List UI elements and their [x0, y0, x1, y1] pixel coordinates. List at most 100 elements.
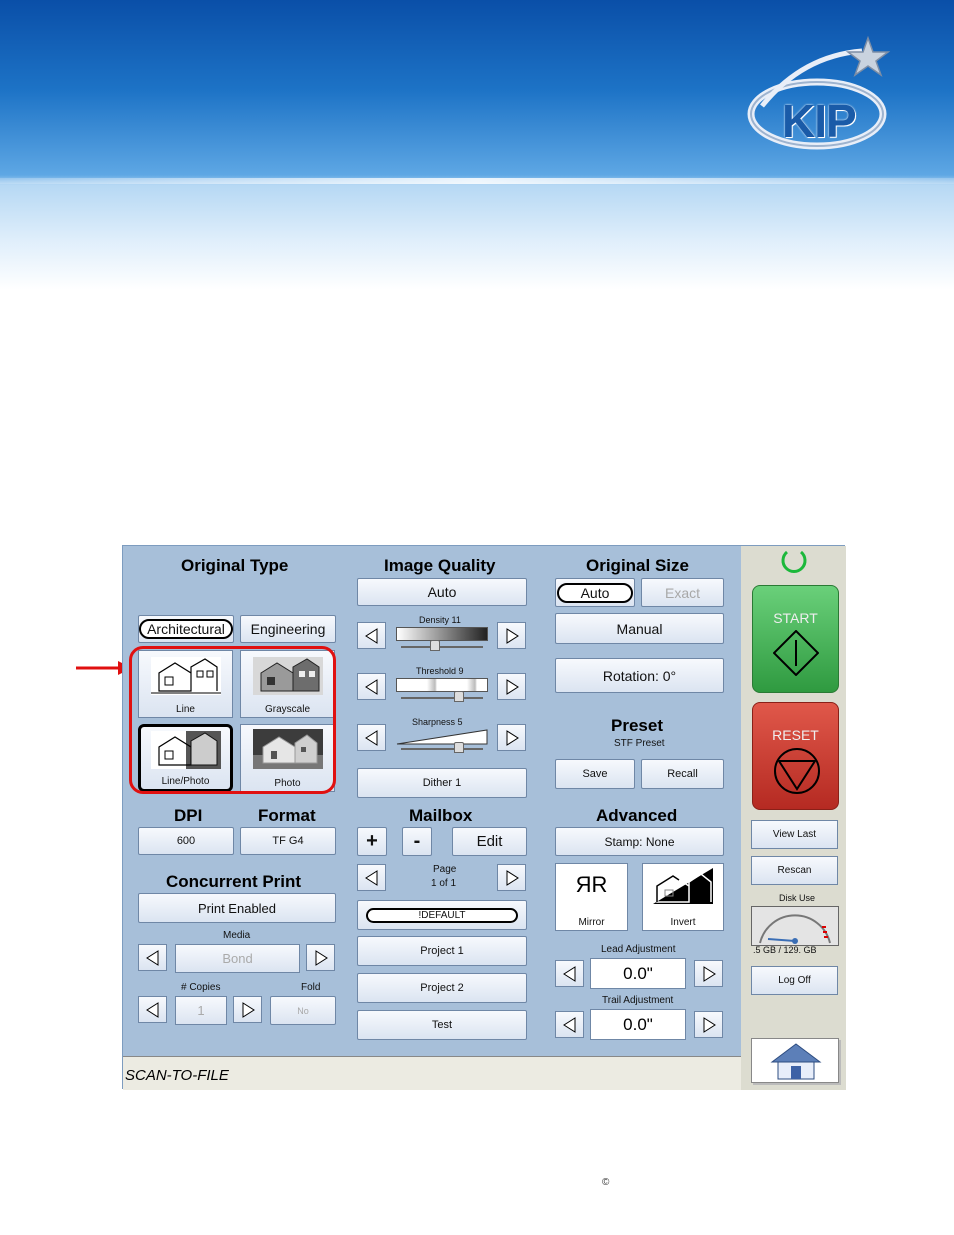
right-sidebar: START RESET View Last Rescan Disk Use .5…	[741, 546, 846, 1090]
mailbox-edit-button[interactable]: Edit	[452, 827, 527, 856]
mailbox-page-next-button[interactable]	[497, 864, 526, 891]
stamp-button[interactable]: Stamp: None	[555, 827, 724, 856]
threshold-track	[401, 697, 483, 699]
triangle-left-icon	[364, 869, 377, 886]
disk-use-value: .5 GB / 129. GB	[753, 945, 817, 955]
triangle-left-icon	[364, 627, 377, 644]
log-off-button[interactable]: Log Off	[751, 966, 838, 995]
busy-spinner-icon	[781, 550, 807, 573]
sharpness-ramp-icon[interactable]	[396, 729, 488, 745]
start-diamond-icon	[773, 630, 819, 676]
home-button[interactable]	[751, 1038, 839, 1083]
invert-button[interactable]: Invert	[642, 863, 724, 931]
architectural-button[interactable]: Architectural	[138, 615, 234, 643]
threshold-next-button[interactable]	[497, 673, 526, 700]
mailbox-title: Mailbox	[409, 806, 473, 825]
size-manual-button[interactable]: Manual	[555, 613, 724, 644]
format-button[interactable]: TF G4	[240, 827, 336, 855]
mailbox-page-value: 1 of 1	[431, 878, 457, 889]
concurrent-print-title: Concurrent Print	[166, 872, 302, 891]
main-panel: Original Type Architectural Engineering …	[123, 546, 741, 1056]
density-slider[interactable]	[396, 627, 488, 641]
rotation-button[interactable]: Rotation: 0°	[555, 658, 724, 693]
media-next-button[interactable]	[306, 944, 335, 971]
copies-label: # Copies	[181, 982, 221, 993]
mailbox-item-default-label: !DEFAULT	[366, 907, 518, 923]
threshold-prev-button[interactable]	[357, 673, 386, 700]
mailbox-item-project1[interactable]: Project 1	[357, 936, 527, 966]
copies-value[interactable]: 1	[175, 996, 227, 1025]
header-banner: KIP	[0, 0, 954, 290]
copies-minus-button[interactable]	[138, 996, 167, 1023]
gauge-icon	[759, 914, 831, 944]
mailbox-add-button[interactable]: +	[357, 827, 387, 856]
lead-prev-button[interactable]	[555, 960, 584, 987]
trail-adjustment-label: Trail Adjustment	[602, 995, 674, 1006]
invert-house-icon	[653, 868, 713, 904]
mirror-button[interactable]: ЯR Mirror	[555, 863, 628, 931]
preset-save-button[interactable]: Save	[555, 759, 635, 789]
density-knob[interactable]	[430, 640, 440, 651]
dither-button[interactable]: Dither 1	[357, 768, 527, 798]
copyright-symbol: ©	[602, 1177, 610, 1188]
quality-auto-button[interactable]: Auto	[357, 578, 527, 606]
sharpness-next-button[interactable]	[497, 724, 526, 751]
triangle-left-icon	[364, 729, 377, 746]
lead-next-button[interactable]	[694, 960, 723, 987]
triangle-right-icon	[506, 729, 519, 746]
lead-adjustment-input[interactable]: 0.0"	[590, 958, 686, 989]
print-enabled-button[interactable]: Print Enabled	[138, 893, 336, 923]
format-title: Format	[258, 806, 316, 825]
fold-button[interactable]: No	[270, 996, 336, 1025]
sharpness-prev-button[interactable]	[357, 724, 386, 751]
rescan-button[interactable]: Rescan	[751, 856, 838, 885]
mailbox-page-prev-button[interactable]	[357, 864, 386, 891]
trail-prev-button[interactable]	[555, 1011, 584, 1038]
view-last-button[interactable]: View Last	[751, 820, 838, 849]
trail-next-button[interactable]	[694, 1011, 723, 1038]
density-track	[401, 646, 483, 648]
threshold-label: Threshold 9	[416, 666, 464, 676]
triangle-right-icon	[506, 678, 519, 695]
kip-logo: KIP	[742, 35, 892, 154]
density-next-button[interactable]	[497, 622, 526, 649]
trail-adjustment-input[interactable]: 0.0"	[590, 1009, 686, 1040]
size-auto-button[interactable]: Auto	[555, 578, 635, 607]
triangle-right-icon	[315, 949, 328, 966]
sharpness-track	[401, 748, 483, 750]
original-size-title: Original Size	[586, 556, 689, 575]
image-quality-title: Image Quality	[384, 556, 496, 575]
preset-recall-button[interactable]: Recall	[641, 759, 724, 789]
reset-button[interactable]: RESET	[752, 702, 839, 810]
triangle-left-icon	[364, 678, 377, 695]
threshold-knob[interactable]	[454, 691, 464, 702]
mailbox-item-default[interactable]: !DEFAULT	[357, 900, 527, 930]
mailbox-item-project2[interactable]: Project 2	[357, 973, 527, 1003]
engineering-button[interactable]: Engineering	[240, 615, 336, 643]
dpi-title: DPI	[174, 806, 203, 825]
media-prev-button[interactable]	[138, 944, 167, 971]
start-label: START	[773, 610, 818, 626]
mirror-label: Mirror	[578, 917, 605, 928]
start-button[interactable]: START	[752, 585, 839, 693]
original-type-title: Original Type	[181, 556, 289, 575]
preset-subtitle: STF Preset	[614, 738, 665, 749]
triangle-right-icon	[703, 1016, 716, 1033]
mailbox-item-test[interactable]: Test	[357, 1010, 527, 1040]
scan-to-file-screen: Original Type Architectural Engineering …	[122, 545, 846, 1090]
copies-plus-button[interactable]	[233, 996, 262, 1023]
disk-use-gauge	[751, 906, 839, 946]
triangle-right-icon	[506, 627, 519, 644]
sharpness-knob[interactable]	[454, 742, 464, 753]
threshold-slider[interactable]	[396, 678, 488, 692]
mailbox-remove-button[interactable]: -	[402, 827, 432, 856]
size-exact-button[interactable]: Exact	[641, 578, 724, 607]
architectural-label: Architectural	[139, 619, 233, 639]
triangle-left-icon	[145, 1001, 158, 1018]
preset-title: Preset	[611, 716, 663, 735]
triangle-left-icon	[562, 1016, 575, 1033]
reset-stop-icon	[774, 748, 820, 794]
density-prev-button[interactable]	[357, 622, 386, 649]
triangle-right-icon	[242, 1001, 255, 1018]
dpi-button[interactable]: 600	[138, 827, 234, 855]
